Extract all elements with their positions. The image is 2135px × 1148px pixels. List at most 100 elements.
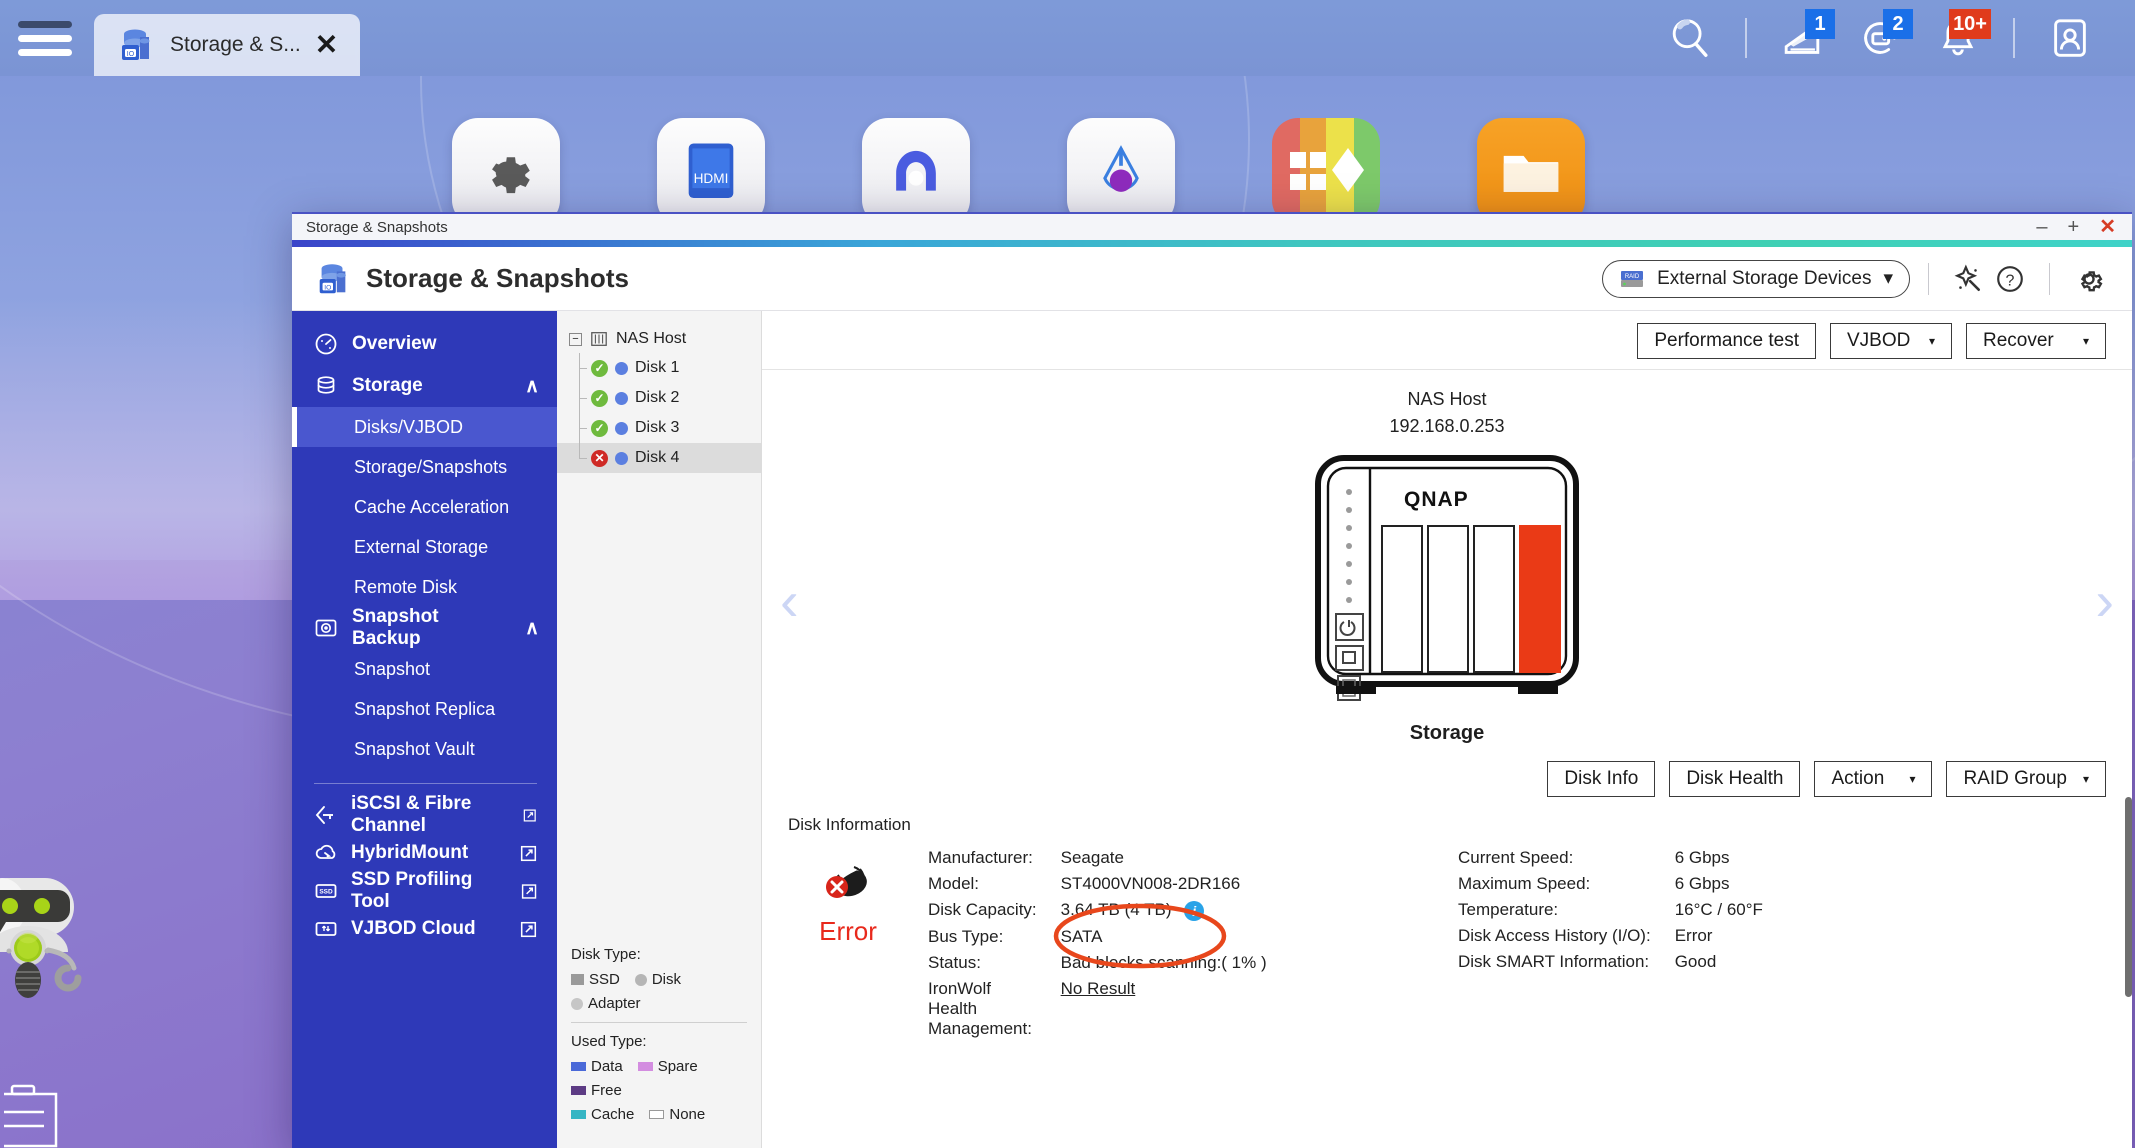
- search-icon[interactable]: [1651, 7, 1729, 69]
- disk-info-button[interactable]: Disk Info: [1547, 761, 1655, 797]
- chevron-down-icon: ▾: [1883, 267, 1893, 290]
- info-key: Disk Access History (I/O):: [1458, 923, 1675, 949]
- dock-icon-app-center[interactable]: [1272, 118, 1380, 226]
- tree-node-nas-host[interactable]: − NAS Host: [557, 325, 761, 353]
- prev-device-arrow[interactable]: ‹: [780, 568, 799, 633]
- sidebar-item-snapshot[interactable]: Snapshot: [292, 649, 557, 689]
- external-storage-devices-selector[interactable]: RAID External Storage Devices ▾: [1602, 260, 1910, 298]
- window-titlebar[interactable]: Storage & Snapshots – + ✕: [292, 212, 2132, 240]
- sidebar-item-overview[interactable]: Overview: [292, 323, 557, 365]
- disk-type-dot: [615, 362, 628, 375]
- chevron-down-icon: ▾: [1909, 772, 1915, 786]
- chatbot-assistant-icon[interactable]: [0, 872, 120, 1002]
- notification-bell-icon[interactable]: 10+: [1919, 7, 1997, 69]
- header-separator-2: [2049, 263, 2050, 295]
- capacity-info-icon[interactable]: i: [1184, 901, 1204, 921]
- main-content: Performance test VJBOD ▾ Recover ▾ NAS H…: [762, 311, 2132, 1148]
- tree-node-disk-4[interactable]: ✕ Disk 4: [557, 443, 761, 473]
- svg-text:IO: IO: [127, 51, 135, 58]
- sidebar-item-vjbod-cloud[interactable]: VJBOD Cloud: [292, 910, 557, 948]
- smart-wizard-icon[interactable]: [1947, 258, 1989, 300]
- desktop: HDMI: [0, 0, 2135, 1148]
- window-close-button[interactable]: ✕: [2099, 217, 2116, 237]
- tree-expander-icon[interactable]: −: [569, 333, 582, 346]
- dock-icon-hdmi-display[interactable]: HDMI: [657, 118, 765, 226]
- dock-icon-multimedia-console[interactable]: [1067, 118, 1175, 226]
- sidebar-item-disks-vjbod[interactable]: Disks/VJBOD: [292, 407, 557, 447]
- raid-group-button[interactable]: RAID Group ▾: [1946, 761, 2106, 797]
- disk-info-scrollbar[interactable]: [2125, 797, 2132, 997]
- external-link-icon: [523, 807, 537, 824]
- next-device-arrow[interactable]: ›: [2095, 568, 2114, 633]
- external-link-icon: [520, 845, 537, 862]
- disk-information-left: Error Manufacturer: Seagate Model: ST400…: [788, 845, 1428, 1042]
- device-caption: Storage: [762, 722, 2132, 745]
- disk-information-right: Current Speed: 6 Gbps Maximum Speed: 6 G…: [1428, 845, 1763, 1042]
- storage-stack-icon: [314, 374, 338, 398]
- sidebar-item-iscsi-fibre-channel[interactable]: iSCSI & Fibre Channel: [292, 796, 557, 834]
- dock-icon-control-panel[interactable]: [452, 118, 560, 226]
- disk-type-dot: [615, 392, 628, 405]
- nas-enclosure-icon: [590, 330, 608, 348]
- help-question-icon[interactable]: ?: [1989, 258, 2031, 300]
- info-value: 16°C / 60°F: [1675, 897, 1763, 923]
- tree-node-disk-3[interactable]: ✓ Disk 3: [557, 413, 761, 443]
- legend-disk-type-title: Disk Type:: [571, 946, 747, 963]
- window-body: Overview Storage ∧ Disks/VJBOD Storage/S…: [292, 311, 2132, 1148]
- sidebar-item-storage-snapshots[interactable]: Storage/Snapshots: [292, 447, 557, 487]
- disk-health-button[interactable]: Disk Health: [1669, 761, 1800, 797]
- disk-info-fields-right: Current Speed: 6 Gbps Maximum Speed: 6 G…: [1458, 845, 1763, 975]
- vjbod-button[interactable]: VJBOD ▾: [1830, 323, 1952, 359]
- ironwolf-result-link[interactable]: No Result: [1061, 979, 1136, 998]
- info-key: Model:: [928, 871, 1061, 897]
- sidebar-group-storage[interactable]: Storage ∧: [292, 365, 557, 407]
- svg-text:RAID: RAID: [1625, 274, 1640, 280]
- info-row-current-speed: Current Speed: 6 Gbps: [1458, 845, 1763, 871]
- sidebar-item-label: Cache Acceleration: [354, 497, 509, 518]
- sidebar-item-snapshot-replica[interactable]: Snapshot Replica: [292, 689, 557, 729]
- sidebar-item-remote-disk[interactable]: Remote Disk: [292, 567, 557, 607]
- chevron-down-icon: ▾: [1929, 334, 1935, 348]
- page-title: Storage & Snapshots: [366, 263, 629, 294]
- nas-chassis-graphic[interactable]: QNAP: [762, 454, 2132, 706]
- sidebar-item-label: iSCSI & Fibre Channel: [351, 793, 510, 837]
- storage-snapshots-app-icon: IO: [314, 260, 352, 298]
- tree-node-disk-1[interactable]: ✓ Disk 1: [557, 353, 761, 383]
- info-row-disk-capacity: Disk Capacity: 3.64 TB (4 TB) i: [928, 897, 1267, 924]
- svg-text:IO: IO: [324, 284, 331, 291]
- storage-snapshots-window: Storage & Snapshots – + ✕ IO Storage & S…: [292, 212, 2132, 1148]
- recycle-bin-icon[interactable]: [4, 1076, 74, 1148]
- taskbar-tab-close-icon[interactable]: ✕: [315, 31, 338, 59]
- sidebar-item-label: Snapshot Replica: [354, 699, 495, 720]
- user-profile-icon[interactable]: [2031, 7, 2109, 69]
- vjbod-button-label: VJBOD: [1847, 330, 1910, 352]
- window-controls: – + ✕: [2036, 217, 2132, 237]
- dock-icon-file-station[interactable]: [1477, 118, 1585, 226]
- hamburger-menu-icon[interactable]: [18, 14, 72, 62]
- multimedia-console-icon: [1090, 141, 1152, 203]
- svg-text:QNAP: QNAP: [1404, 488, 1469, 511]
- recover-button[interactable]: Recover ▾: [1966, 323, 2106, 359]
- external-link-icon: [520, 921, 537, 938]
- external-device-sync-icon[interactable]: 2: [1841, 7, 1919, 69]
- info-value-wrap: No Result: [1061, 976, 1267, 1042]
- window-minimize-button[interactable]: –: [2036, 217, 2047, 237]
- dock-icon-qsync[interactable]: [862, 118, 970, 226]
- sidebar-item-hybridmount[interactable]: HybridMount: [292, 834, 557, 872]
- sidebar-item-ssd-profiling-tool[interactable]: SSD SSD Profiling Tool: [292, 872, 557, 910]
- tree-node-disk-2[interactable]: ✓ Disk 2: [557, 383, 761, 413]
- info-value: ST4000VN008-2DR166: [1061, 871, 1267, 897]
- sidebar-item-external-storage[interactable]: External Storage: [292, 527, 557, 567]
- sidebar-item-snapshot-vault[interactable]: Snapshot Vault: [292, 729, 557, 769]
- performance-test-button[interactable]: Performance test: [1637, 323, 1816, 359]
- window-maximize-button[interactable]: +: [2068, 217, 2080, 237]
- taskbar-tab-storage-snapshots[interactable]: IO Storage & S... ✕: [94, 14, 360, 76]
- sidebar-group-snapshot-backup[interactable]: Snapshot Backup ∧: [292, 607, 557, 649]
- action-button[interactable]: Action ▾: [1814, 761, 1932, 797]
- tray-separator-1: [1745, 18, 1747, 58]
- gear-settings-icon[interactable]: [2068, 258, 2110, 300]
- sidebar-item-cache-acceleration[interactable]: Cache Acceleration: [292, 487, 557, 527]
- chevron-down-icon: ▾: [2083, 334, 2089, 348]
- background-tasks-icon[interactable]: 1: [1763, 7, 1841, 69]
- info-value: 6 Gbps: [1675, 845, 1763, 871]
